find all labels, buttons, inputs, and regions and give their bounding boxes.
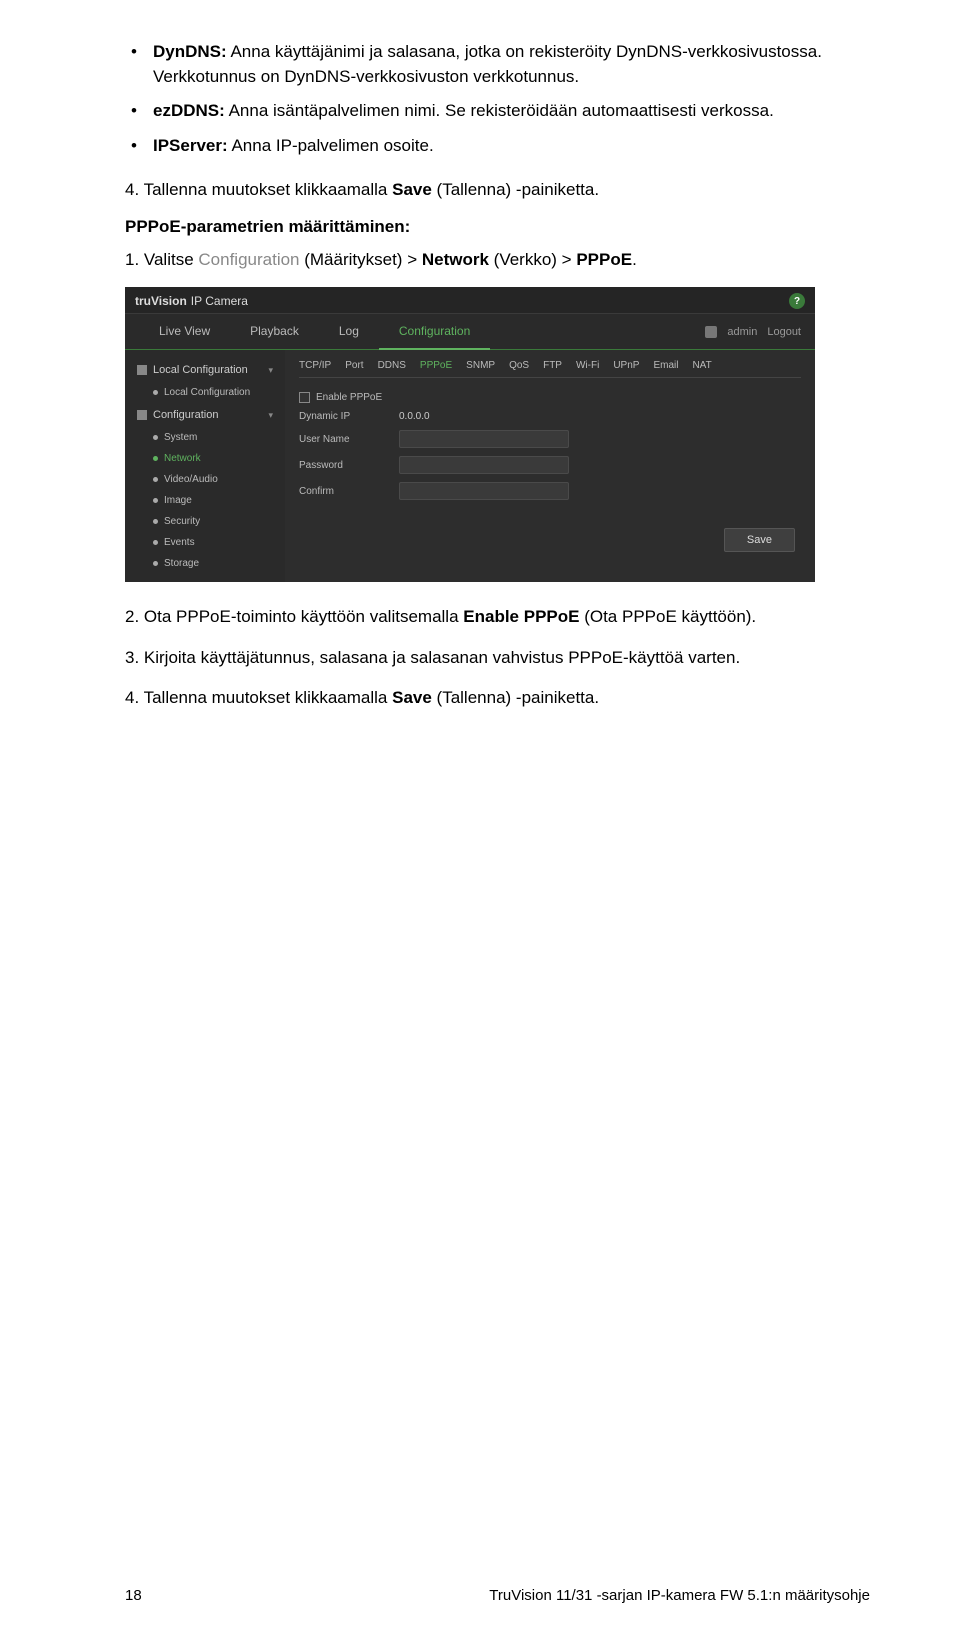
tab-snmp[interactable]: SNMP <box>466 360 495 371</box>
logout-link[interactable]: Logout <box>767 326 801 338</box>
nav-playback[interactable]: Playback <box>230 314 319 349</box>
bullet-dyndns: DynDNS: Anna käyttäjänimi ja salasana, j… <box>125 40 870 89</box>
bullet-ezddns-text: Anna isäntäpalvelimen nimi. Se rekisterö… <box>225 101 774 120</box>
bullet-dyndns-text: Anna käyttäjänimi ja salasana, jotka on … <box>153 42 822 86</box>
row-password: Password <box>299 456 801 474</box>
sidebar-item-image[interactable]: Image <box>125 490 285 511</box>
row-confirm: Confirm <box>299 482 801 500</box>
content-area: TCP/IP Port DDNS PPPoE SNMP QoS FTP Wi-F… <box>285 350 815 582</box>
page-number: 18 <box>125 1587 142 1604</box>
doc-title: TruVision 11/31 -sarjan IP-kamera FW 5.1… <box>489 1587 870 1604</box>
wrench-icon <box>137 410 147 420</box>
sidebar: Local Configuration ▾ Local Configuratio… <box>125 350 285 582</box>
step-4b: 4. Tallenna muutokset klikkaamalla Save … <box>125 685 870 711</box>
user-icon <box>705 326 717 338</box>
tab-email[interactable]: Email <box>653 360 678 371</box>
step-1: 1. Valitse Configuration (Määritykset) >… <box>125 247 870 273</box>
input-password[interactable] <box>399 456 569 474</box>
chevron-down-icon: ▾ <box>268 365 273 376</box>
step-2: 2. Ota PPPoE-toiminto käyttöön valitsema… <box>125 604 870 630</box>
input-username[interactable] <box>399 430 569 448</box>
top-nav: Live View Playback Log Configuration adm… <box>125 314 815 350</box>
tab-tcpip[interactable]: TCP/IP <box>299 360 331 371</box>
tab-upnp[interactable]: UPnP <box>613 360 639 371</box>
row-username: User Name <box>299 430 801 448</box>
tab-bar: TCP/IP Port DDNS PPPoE SNMP QoS FTP Wi-F… <box>299 360 801 378</box>
bullet-ipserver: IPServer: Anna IP-palvelimen osoite. <box>125 134 870 159</box>
nav-log[interactable]: Log <box>319 314 379 349</box>
sidebar-item-security[interactable]: Security <box>125 511 285 532</box>
tab-wifi[interactable]: Wi-Fi <box>576 360 599 371</box>
section-heading-pppoe: PPPoE-parametrien määrittäminen: <box>125 217 870 237</box>
sidebar-group-config[interactable]: Configuration ▾ <box>125 403 285 427</box>
tab-nat[interactable]: NAT <box>692 360 711 371</box>
sidebar-item-storage[interactable]: Storage <box>125 553 285 574</box>
sidebar-item-network[interactable]: Network <box>125 448 285 469</box>
sidebar-item-video-audio[interactable]: Video/Audio <box>125 469 285 490</box>
chevron-down-icon: ▾ <box>268 410 273 421</box>
value-dynamic-ip: 0.0.0.0 <box>399 411 430 422</box>
nav-configuration[interactable]: Configuration <box>379 314 490 350</box>
label-password: Password <box>299 460 399 471</box>
step-3: 3. Kirjoita käyttäjätunnus, salasana ja … <box>125 645 870 671</box>
page-footer: 18 TruVision 11/31 -sarjan IP-kamera FW … <box>125 1587 870 1604</box>
tab-port[interactable]: Port <box>345 360 363 371</box>
bullet-dyndns-label: DynDNS: <box>153 42 227 61</box>
sidebar-item-system[interactable]: System <box>125 427 285 448</box>
label-dynamic-ip: Dynamic IP <box>299 411 399 422</box>
brand: truVision IP Camera <box>135 294 248 308</box>
nav-live-view[interactable]: Live View <box>139 314 230 349</box>
bullet-ipserver-text: Anna IP-palvelimen osoite. <box>228 136 434 155</box>
enable-pppoe-checkbox[interactable] <box>299 392 310 403</box>
label-confirm: Confirm <box>299 486 399 497</box>
bullet-ipserver-label: IPServer: <box>153 136 228 155</box>
tab-qos[interactable]: QoS <box>509 360 529 371</box>
bullet-ezddns-label: ezDDNS: <box>153 101 225 120</box>
bullet-ezddns: ezDDNS: Anna isäntäpalvelimen nimi. Se r… <box>125 99 870 124</box>
tab-ddns[interactable]: DDNS <box>378 360 406 371</box>
shot-header: truVision IP Camera ? <box>125 287 815 314</box>
row-dynamic-ip: Dynamic IP 0.0.0.0 <box>299 411 801 422</box>
tab-pppoe[interactable]: PPPoE <box>420 360 452 371</box>
sidebar-item-events[interactable]: Events <box>125 532 285 553</box>
enable-pppoe-label: Enable PPPoE <box>316 392 382 403</box>
sidebar-item-local-config[interactable]: Local Configuration <box>125 382 285 403</box>
label-username: User Name <box>299 434 399 445</box>
save-button[interactable]: Save <box>724 528 795 552</box>
folder-icon <box>137 365 147 375</box>
step-4a: 4. Tallenna muutokset klikkaamalla Save … <box>125 177 870 203</box>
input-confirm[interactable] <box>399 482 569 500</box>
row-enable-pppoe: Enable PPPoE <box>299 392 801 403</box>
tab-ftp[interactable]: FTP <box>543 360 562 371</box>
help-icon[interactable]: ? <box>789 293 805 309</box>
sidebar-group-local[interactable]: Local Configuration ▾ <box>125 358 285 382</box>
current-user: admin <box>727 326 757 338</box>
embedded-screenshot: truVision IP Camera ? Live View Playback… <box>125 287 815 582</box>
